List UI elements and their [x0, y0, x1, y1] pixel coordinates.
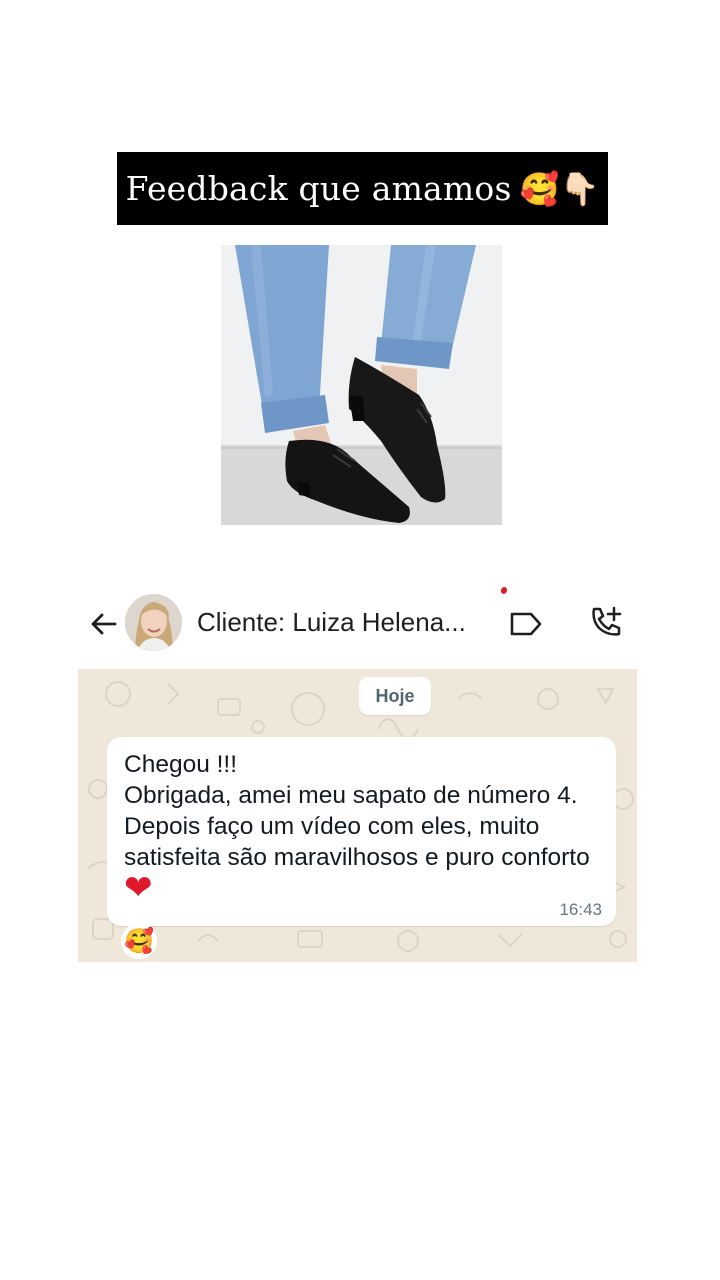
banner-title: Feedback que amamos	[125, 169, 512, 208]
message-time: 16:43	[559, 900, 602, 919]
message-body: Chegou !!! Obrigada, amei meu sapato de …	[124, 751, 590, 871]
feedback-banner: Feedback que amamos 🥰👇🏻	[117, 152, 608, 225]
shoes-illustration	[221, 245, 502, 525]
message-text: Chegou !!! Obrigada, amei meu sapato de …	[124, 749, 599, 907]
date-chip: Hoje	[359, 677, 431, 715]
heart-emoji: ❤	[124, 869, 153, 907]
label-icon[interactable]	[508, 609, 544, 639]
chat-area: Hoje Chegou !!! Obrigada, amei meu sapat…	[78, 669, 637, 962]
shoes-photo	[221, 245, 502, 525]
avatar[interactable]	[125, 594, 182, 651]
banner-emojis: 🥰👇🏻	[519, 170, 600, 207]
call-add-icon[interactable]	[588, 604, 624, 640]
message-reaction[interactable]: 🥰	[121, 923, 157, 959]
message-bubble[interactable]: Chegou !!! Obrigada, amei meu sapato de …	[107, 737, 616, 926]
notification-dot	[499, 586, 509, 595]
chat-header: Cliente: Luiza Helena...	[78, 586, 638, 658]
back-arrow-icon[interactable]	[88, 608, 120, 640]
contact-name[interactable]: Cliente: Luiza Helena...	[197, 607, 487, 638]
